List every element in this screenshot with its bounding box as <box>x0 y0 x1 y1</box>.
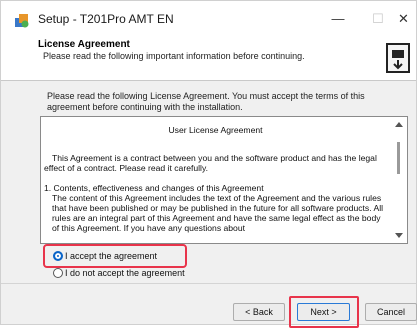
license-text-box[interactable]: User License Agreement This Agreement is… <box>40 116 408 244</box>
radio-selected-icon[interactable] <box>53 251 63 261</box>
setup-window: Setup - T201Pro AMT EN — ☐ ✕ License Agr… <box>0 0 417 328</box>
radio-unselected-icon[interactable] <box>53 268 63 278</box>
decline-label: I do not accept the agreement <box>65 268 185 278</box>
minimize-button[interactable]: — <box>318 5 358 33</box>
license-heading: User License Agreement <box>168 125 263 135</box>
license-section-body: The content of this Agreement includes t… <box>52 193 384 233</box>
title-bar: Setup - T201Pro AMT EN — ☐ ✕ <box>1 1 416 37</box>
accept-label: I accept the agreement <box>65 251 158 261</box>
license-section-title: 1. Contents, effectiveness and changes o… <box>44 183 264 193</box>
scroll-thumb[interactable] <box>397 142 400 174</box>
scroll-down-icon[interactable] <box>395 233 403 239</box>
scroll-up-icon[interactable] <box>395 121 403 127</box>
setup-app-icon <box>15 14 29 28</box>
cancel-button[interactable]: Cancel <box>365 303 417 321</box>
installer-box-icon <box>386 43 410 73</box>
maximize-button[interactable]: ☐ <box>358 5 398 33</box>
decline-radio[interactable]: I do not accept the agreement <box>53 268 185 278</box>
footer-divider <box>1 283 416 284</box>
window-title: Setup - T201Pro AMT EN <box>38 12 174 26</box>
close-button[interactable]: ✕ <box>398 5 417 33</box>
accept-radio[interactable]: I accept the agreement <box>53 251 157 261</box>
intro-text: Please read the following License Agreem… <box>47 91 365 112</box>
back-button[interactable]: < Back <box>233 303 285 321</box>
page-subtitle: Please read the following important info… <box>43 51 305 61</box>
license-section: 1. Contents, effectiveness and changes o… <box>44 183 387 233</box>
page-title: License Agreement <box>38 39 130 50</box>
license-paragraph: This Agreement is a contract between you… <box>44 153 377 173</box>
license-content: User License Agreement This Agreement is… <box>44 121 387 233</box>
license-scrollbar[interactable] <box>391 117 407 243</box>
wizard-header: License Agreement Please read the follow… <box>1 37 416 81</box>
next-button[interactable]: Next > <box>297 303 350 321</box>
